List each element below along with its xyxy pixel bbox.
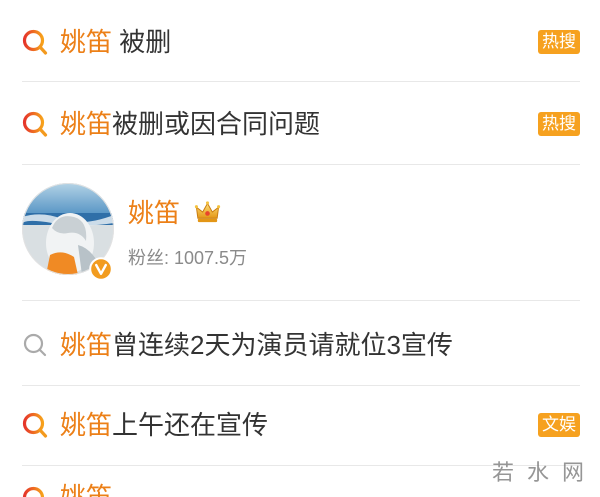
hot-search-icon [22, 412, 48, 438]
suggestion-text: 姚笛曾连续2天为演员请就位3宣传 [60, 330, 453, 360]
suggestion-text: 姚笛上午还在宣传 [60, 410, 268, 440]
user-result[interactable]: 姚笛 粉丝: 1007.5万 [0, 165, 600, 300]
suggestion-text: 姚笛被删或因合同问题 [60, 109, 320, 139]
crown-icon [194, 201, 221, 223]
suggestion-suffix: 被删 [112, 27, 172, 57]
suggestion-keyword: 姚笛 [60, 109, 113, 139]
search-icon [23, 333, 47, 357]
suggestion-text: 姚笛 [60, 482, 112, 497]
user-name[interactable]: 姚笛 [128, 198, 180, 228]
verified-v-icon [89, 257, 113, 281]
watermark: 若水网 [492, 460, 598, 485]
hot-search-icon [22, 486, 45, 497]
suggestion-row[interactable]: 姚笛 被删 热搜 [0, 0, 600, 81]
suggestion-row[interactable]: 姚笛被删或因合同问题 热搜 [0, 82, 600, 164]
suggestion-keyword: 姚笛 [60, 330, 113, 360]
suggestion-suffix: 曾连续2天为演员请就位3宣传 [112, 330, 453, 360]
suggestion-text: 姚笛 被删 [60, 27, 171, 57]
suggestion-suffix: 上午还在宣传 [112, 410, 269, 440]
suggestion-row[interactable]: 姚笛曾连续2天为演员请就位3宣传 [0, 301, 600, 385]
fans-count: 粉丝: 1007.5万 [128, 248, 248, 268]
suggestion-keyword: 姚笛 [60, 27, 113, 57]
suggestion-keyword: 姚笛 [60, 410, 113, 440]
hot-badge: 热搜 [538, 112, 580, 136]
hot-search-icon [22, 111, 48, 137]
entertainment-badge: 文娱 [538, 413, 580, 437]
suggestion-row[interactable]: 姚笛上午还在宣传 文娱 [0, 386, 600, 465]
hot-search-icon [22, 29, 48, 55]
suggestion-keyword: 姚笛 [60, 482, 113, 497]
hot-badge: 热搜 [538, 30, 580, 54]
suggestion-suffix: 被删或因合同问题 [112, 109, 321, 139]
